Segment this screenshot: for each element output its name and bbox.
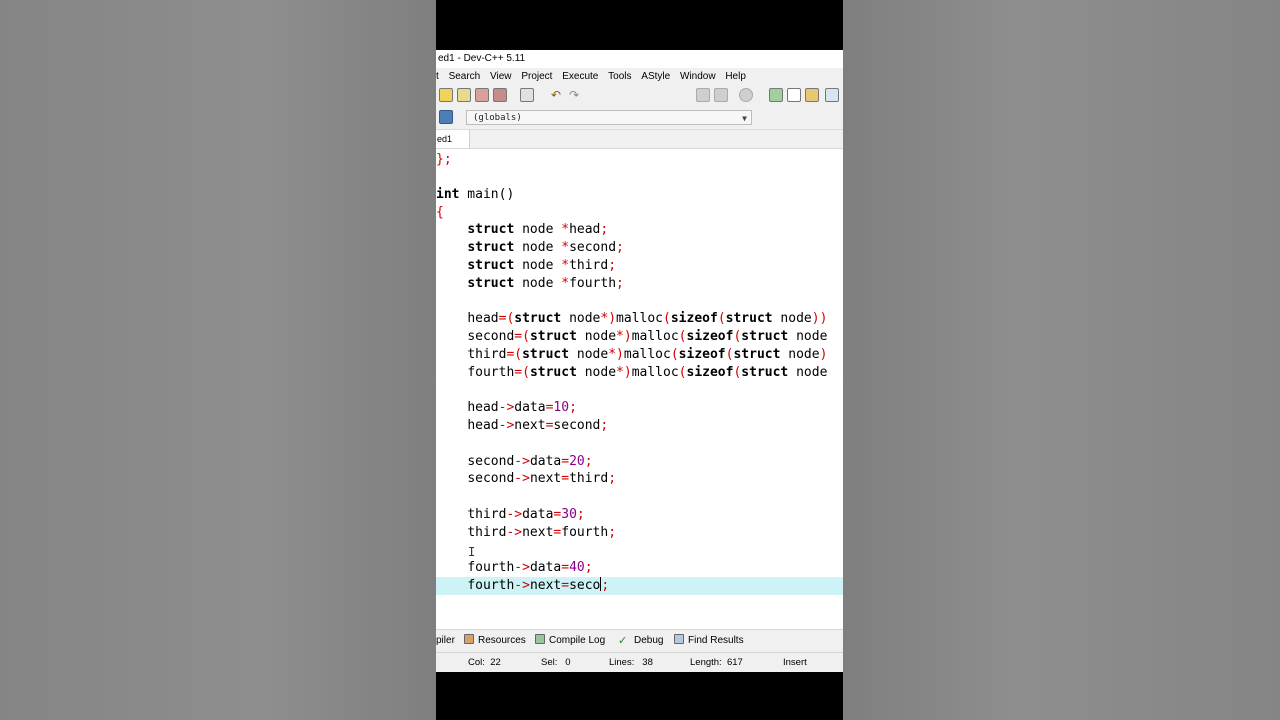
- tab-find-results[interactable]: Find Results: [674, 630, 744, 652]
- code-line: third->data=30;: [467, 507, 585, 522]
- code-line: second->data=20;: [467, 454, 593, 469]
- code-line: head->data=10;: [467, 400, 577, 415]
- chevron-down-icon: ▼: [742, 114, 747, 123]
- code-line: head=(struct node*)malloc(sizeof(struct …: [467, 311, 828, 326]
- save-icon[interactable]: [439, 88, 453, 102]
- code-line: third=(struct node*)malloc(sizeof(struct…: [467, 347, 828, 362]
- indent-left-icon[interactable]: [696, 88, 710, 102]
- code-line: {: [436, 205, 444, 220]
- tab-compile-log[interactable]: Compile Log: [535, 630, 605, 652]
- scope-toolbar: (globals) ▼: [436, 107, 843, 130]
- menu-item-tools[interactable]: Tools: [608, 68, 631, 85]
- tab-resources[interactable]: Resources: [464, 630, 526, 652]
- code-line: fourth->data=40;: [467, 560, 593, 575]
- tab-compiler[interactable]: piler: [436, 630, 455, 652]
- close-all-icon[interactable]: [493, 88, 507, 102]
- redo-icon[interactable]: ↷: [569, 88, 583, 102]
- status-lines: Lines: 38: [609, 657, 653, 668]
- menu-bar: t Search View Project Execute Tools ASty…: [436, 68, 843, 85]
- find-results-icon: [674, 634, 684, 644]
- print-icon[interactable]: [520, 88, 534, 102]
- close-file-icon[interactable]: [475, 88, 489, 102]
- menu-item-astyle[interactable]: AStyle: [641, 68, 670, 85]
- status-insert-mode: Insert: [783, 657, 807, 668]
- menu-item-window[interactable]: Window: [680, 68, 716, 85]
- code-line: third->next=fourth;: [467, 525, 617, 540]
- indent-right-icon[interactable]: [714, 88, 728, 102]
- editor-tab[interactable]: ed1: [436, 130, 470, 148]
- resources-icon: [464, 634, 474, 644]
- new-file-icon[interactable]: [787, 88, 801, 102]
- blurred-background-left: [0, 0, 436, 720]
- status-sel: Sel: 0: [541, 657, 571, 668]
- toggle-bookmark-icon[interactable]: [739, 88, 753, 102]
- code-line: };: [436, 152, 452, 167]
- class-browser-icon[interactable]: [805, 88, 819, 102]
- menu-item-execute[interactable]: Execute: [562, 68, 598, 85]
- menu-item-file[interactable]: t: [436, 68, 439, 85]
- code-line: head->next=second;: [467, 418, 609, 433]
- window-title: ed1 - Dev-C++ 5.11: [436, 50, 843, 68]
- current-code-line: fourth->next=seco;: [436, 577, 843, 595]
- checkmark-icon: ✓: [618, 635, 628, 647]
- new-project-icon[interactable]: [769, 88, 783, 102]
- status-col: Col: 22: [468, 657, 501, 668]
- compile-log-icon: [535, 634, 545, 644]
- code-line: struct node *third;: [467, 258, 617, 273]
- mouse-ibeam-cursor: I: [468, 545, 476, 559]
- scope-dropdown-value: (globals): [473, 113, 522, 123]
- video-frame: ed1 - Dev-C++ 5.11 t Search View Project…: [436, 0, 843, 720]
- code-line: int main(): [436, 187, 515, 202]
- code-line: second->next=third;: [467, 471, 617, 486]
- code-line: fourth=(struct node*)malloc(sizeof(struc…: [467, 365, 828, 380]
- status-length: Length: 617: [690, 657, 743, 668]
- blurred-background-right: [843, 0, 1280, 720]
- save-all-icon[interactable]: [457, 88, 471, 102]
- code-line: struct node *head;: [467, 222, 609, 237]
- menu-item-project[interactable]: Project: [521, 68, 552, 85]
- scope-dropdown[interactable]: (globals) ▼: [466, 110, 752, 125]
- main-toolbar: ↶ ↷: [436, 85, 843, 108]
- code-line: struct node *second;: [467, 240, 624, 255]
- code-line: second=(struct node*)malloc(sizeof(struc…: [467, 329, 828, 344]
- editor-tab-bar: ed1: [436, 130, 843, 149]
- grid-view-icon[interactable]: [825, 88, 839, 102]
- bottom-panel-tabs: piler Resources Compile Log ✓ Debug Find …: [436, 629, 843, 652]
- tab-debug[interactable]: ✓ Debug: [618, 630, 663, 652]
- menu-item-view[interactable]: View: [490, 68, 512, 85]
- undo-icon[interactable]: ↶: [551, 88, 565, 102]
- menu-item-search[interactable]: Search: [449, 68, 481, 85]
- menu-item-help[interactable]: Help: [725, 68, 746, 85]
- code-line: struct node *fourth;: [467, 276, 624, 291]
- code-editor[interactable]: }; int main() { struct node *head; struc…: [436, 149, 843, 627]
- bookmark-icon[interactable]: [439, 110, 453, 124]
- devcpp-window: ed1 - Dev-C++ 5.11 t Search View Project…: [436, 50, 843, 672]
- status-bar: Col: 22 Sel: 0 Lines: 38 Length: 617 Ins…: [436, 652, 843, 672]
